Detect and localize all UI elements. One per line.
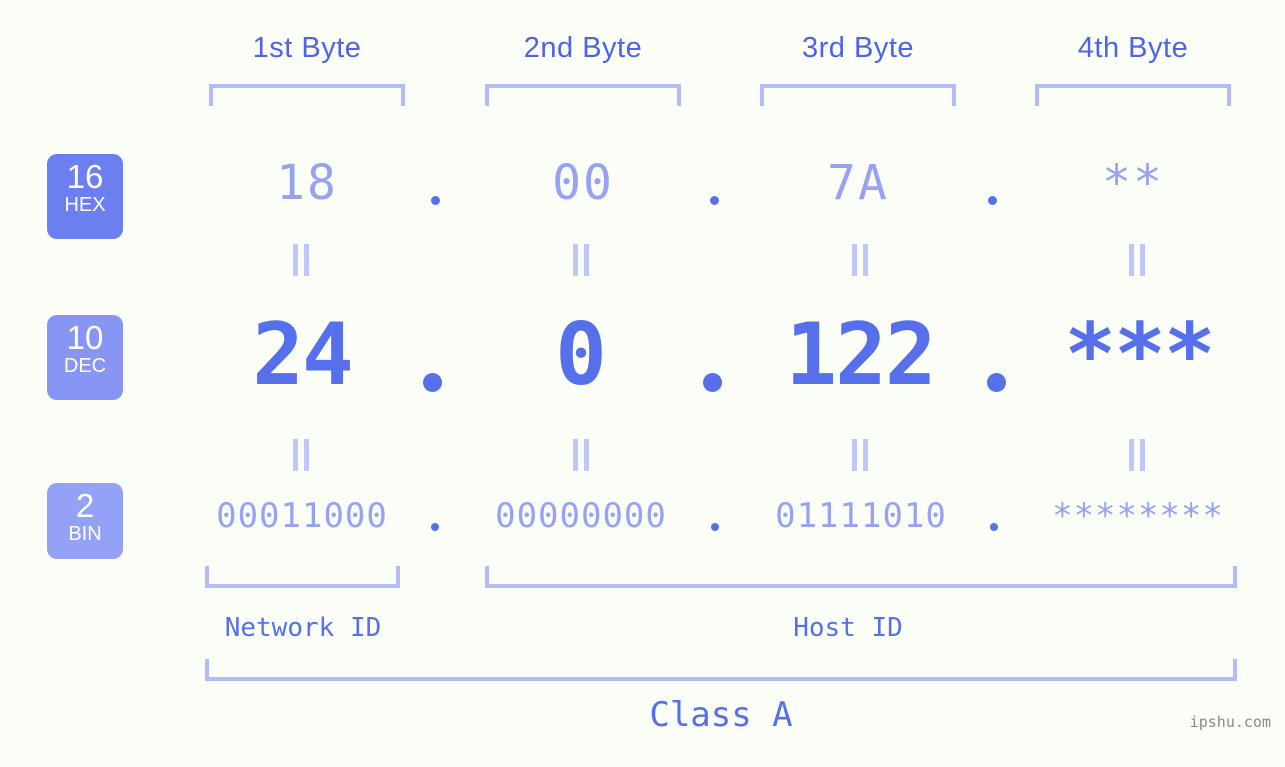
equality-mark-dec-bin-2 xyxy=(572,439,590,471)
bin-byte-3-value: 01111010 xyxy=(775,496,947,536)
base-badge-dec-number: 10 xyxy=(66,319,104,356)
host-id-label: Host ID xyxy=(793,613,903,643)
class-label: Class A xyxy=(649,695,793,735)
base-badge-dec-abbr: DEC xyxy=(63,355,107,377)
dec-byte-4-value: *** xyxy=(1064,305,1215,405)
hex-byte-3-value: 7A xyxy=(827,155,889,211)
equality-mark-hex-dec-2 xyxy=(572,244,590,276)
bin-byte-2-value: 00000000 xyxy=(495,496,667,536)
bin-separator-dot-2 xyxy=(711,523,719,531)
byte-header-4: 4th Byte xyxy=(1077,32,1189,64)
equality-mark-dec-bin-3 xyxy=(851,439,869,471)
byte-header-1: 1st Byte xyxy=(252,32,362,64)
network-id-label: Network ID xyxy=(224,613,382,643)
byte-bracket-3 xyxy=(760,84,956,106)
ip-address-breakdown-diagram: 1st Byte 2nd Byte 3rd Byte 4th Byte 16 H… xyxy=(0,0,1285,767)
equality-mark-dec-bin-1 xyxy=(292,439,310,471)
hex-byte-1-value: 18 xyxy=(276,155,338,211)
base-badge-bin-abbr: BIN xyxy=(68,523,102,545)
base-badge-hex-number: 16 xyxy=(66,158,104,195)
byte-bracket-1 xyxy=(209,84,405,106)
base-badge-bin-number: 2 xyxy=(75,487,95,524)
hex-byte-2-value: 00 xyxy=(552,155,614,211)
base-badge-hex-abbr: HEX xyxy=(64,194,106,216)
equality-mark-dec-bin-4 xyxy=(1128,439,1146,471)
dec-separator-dot-3 xyxy=(987,373,1006,392)
dec-byte-3-value: 122 xyxy=(785,305,936,405)
bin-byte-4-value: ******** xyxy=(1052,496,1224,536)
bin-separator-dot-3 xyxy=(990,523,998,531)
hex-separator-dot-1 xyxy=(431,196,440,205)
equality-mark-hex-dec-4 xyxy=(1128,244,1146,276)
dec-byte-2-value: 0 xyxy=(555,305,607,405)
bin-separator-dot-1 xyxy=(431,523,439,531)
bin-byte-1-value: 00011000 xyxy=(216,496,388,536)
byte-header-2: 2nd Byte xyxy=(523,32,643,64)
base-badge-bin: 2 BIN xyxy=(47,483,123,559)
byte-bracket-4 xyxy=(1035,84,1231,106)
equality-mark-hex-dec-3 xyxy=(851,244,869,276)
host-id-bracket xyxy=(485,566,1237,588)
hex-separator-dot-2 xyxy=(710,196,719,205)
equality-mark-hex-dec-1 xyxy=(292,244,310,276)
network-id-bracket xyxy=(205,566,400,588)
hex-byte-4-value: ** xyxy=(1102,155,1164,211)
base-badge-hex: 16 HEX xyxy=(47,154,123,239)
class-bracket xyxy=(205,659,1237,681)
byte-header-3: 3rd Byte xyxy=(802,32,914,64)
dec-separator-dot-1 xyxy=(423,373,442,392)
site-watermark: ipshu.com xyxy=(1189,713,1271,731)
base-badge-dec: 10 DEC xyxy=(47,315,123,400)
dec-byte-1-value: 24 xyxy=(252,305,354,405)
hex-separator-dot-3 xyxy=(988,196,997,205)
dec-separator-dot-2 xyxy=(703,373,722,392)
byte-bracket-2 xyxy=(485,84,681,106)
